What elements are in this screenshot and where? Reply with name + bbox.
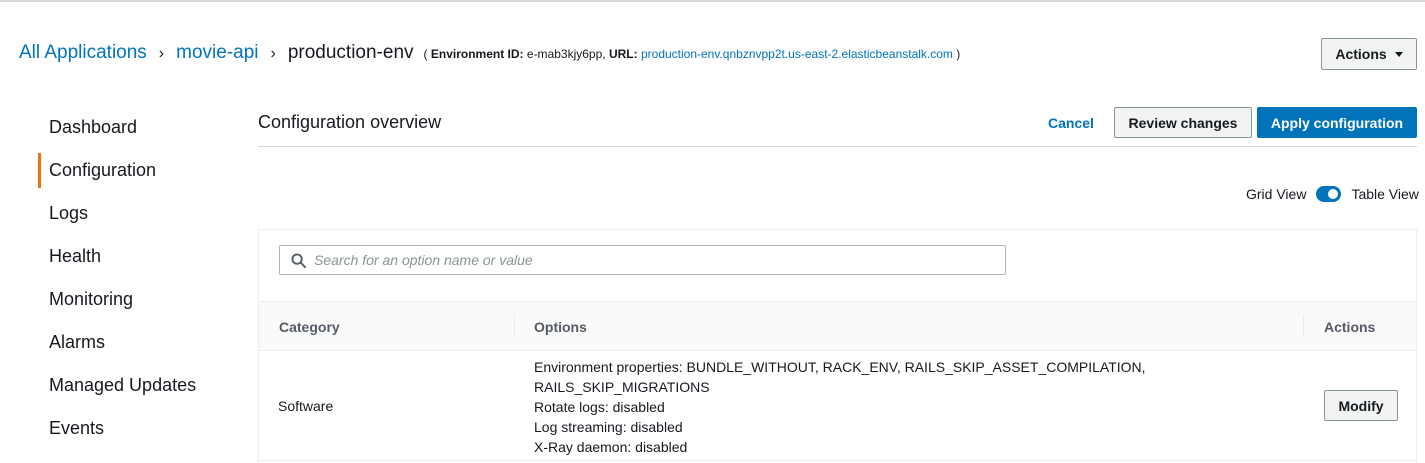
table-row: Software Environment properties: BUNDLE_… (259, 351, 1416, 461)
open-paren: ( (423, 47, 428, 61)
sidebar-item-managed-updates[interactable]: Managed Updates (38, 364, 238, 407)
environment-id-label: Environment ID: (430, 47, 524, 61)
view-toggle: Grid View Table View (1246, 186, 1419, 202)
sidebar-item-label: Configuration (49, 160, 157, 180)
sidebar-item-label: Health (49, 246, 102, 266)
url-label: URL: (608, 47, 638, 61)
column-header-category: Category (279, 319, 340, 335)
page-title: Configuration overview (258, 112, 442, 132)
option-line: RAILS_SKIP_MIGRATIONS (534, 379, 710, 395)
top-divider (0, 0, 1425, 2)
apply-configuration-button[interactable]: Apply configuration (1257, 107, 1417, 138)
category-cell: Software (278, 398, 334, 414)
table-view-label: Table View (1351, 186, 1419, 202)
cancel-link[interactable]: Cancel (1048, 115, 1094, 131)
environment-id-value: e-mab3kjy6pp, (526, 47, 606, 61)
configuration-table-panel: Category Options Actions Software Enviro… (258, 229, 1417, 463)
caret-down-icon (1394, 51, 1403, 57)
sidebar-item-configuration[interactable]: Configuration (38, 149, 238, 192)
close-paren: ) (956, 47, 961, 61)
actions-button-label: Actions (1335, 46, 1387, 62)
environment-url-link[interactable]: production-env.qnbznvpp2t.us-east-2.elas… (641, 47, 953, 61)
sidebar-item-events[interactable]: Events (38, 407, 238, 450)
column-header-options: Options (534, 319, 587, 335)
environment-meta: ( Environment ID: e-mab3kjy6pp, URL: pro… (424, 47, 961, 61)
actions-dropdown-button[interactable]: Actions (1321, 38, 1417, 70)
search-input[interactable] (314, 252, 994, 268)
option-line: X-Ray daemon: disabled (534, 439, 688, 455)
header-divider (258, 146, 1417, 147)
sidebar-item-label: Logs (49, 203, 89, 223)
sidebar-item-label: Alarms (49, 332, 106, 352)
view-toggle-switch[interactable] (1316, 186, 1342, 202)
sidebar-item-monitoring[interactable]: Monitoring (38, 278, 238, 321)
search-icon (290, 252, 306, 268)
chevron-right-icon: › (270, 45, 276, 62)
sidebar-item-label: Events (49, 418, 105, 438)
option-line: Log streaming: disabled (534, 419, 683, 435)
breadcrumb: All Applications › movie-api › productio… (19, 42, 960, 70)
toggle-knob (1328, 189, 1339, 199)
sidebar-nav: Dashboard Configuration Logs Health Moni… (38, 106, 238, 450)
breadcrumb-movie-api[interactable]: movie-api (176, 42, 258, 64)
column-header-actions: Actions (1324, 319, 1376, 335)
sidebar-item-label: Monitoring (49, 289, 134, 309)
breadcrumb-all-applications[interactable]: All Applications (19, 42, 147, 64)
sidebar-item-label: Dashboard (49, 117, 138, 137)
chevron-right-icon: › (158, 45, 165, 62)
table-header: Category Options Actions (259, 301, 1416, 351)
modify-button[interactable]: Modify (1324, 390, 1398, 421)
option-line: Rotate logs: disabled (534, 399, 665, 415)
grid-view-label: Grid View (1246, 186, 1307, 202)
option-line: Environment properties: BUNDLE_WITHOUT, … (534, 359, 1146, 375)
sidebar-item-label: Managed Updates (49, 375, 197, 395)
column-separator (1303, 315, 1304, 337)
review-changes-button[interactable]: Review changes (1114, 107, 1252, 138)
sidebar-item-health[interactable]: Health (38, 235, 238, 278)
sidebar-item-dashboard[interactable]: Dashboard (38, 106, 238, 149)
search-box[interactable] (279, 245, 1006, 275)
options-cell: Environment properties: BUNDLE_WITHOUT, … (534, 357, 1174, 457)
sidebar-item-logs[interactable]: Logs (38, 192, 238, 235)
sidebar-item-alarms[interactable]: Alarms (38, 321, 238, 364)
column-separator (514, 315, 515, 337)
breadcrumb-current-environment: production-env (287, 42, 414, 63)
